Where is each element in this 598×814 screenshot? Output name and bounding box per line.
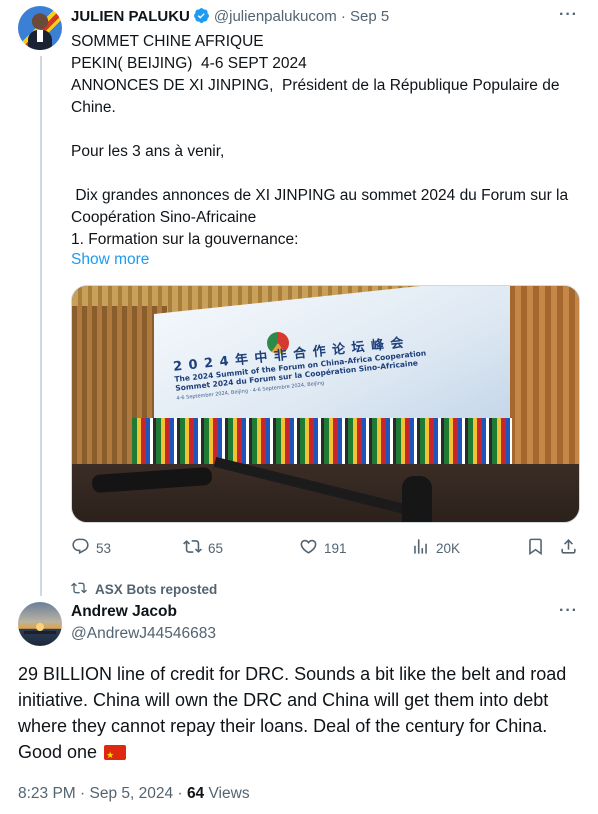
- photo-flags-row: [132, 418, 512, 468]
- more-icon[interactable]: ···: [559, 602, 578, 620]
- photo-cameraman: [402, 476, 432, 522]
- separator-dot: ·: [80, 785, 86, 802]
- repost-count: 65: [208, 540, 224, 556]
- repost-icon: [71, 580, 87, 599]
- repost-banner-text: ASX Bots reposted: [95, 582, 218, 597]
- tweet1-header: JULIEN PALUKU @julienpalukucom · Sep 5: [71, 7, 389, 30]
- tweet2-author-name[interactable]: Andrew Jacob: [71, 603, 177, 621]
- tweet1-action-bar: 53 65 191 20K: [71, 537, 581, 561]
- tweet1-author-name[interactable]: JULIEN PALUKU: [71, 8, 190, 25]
- thread-connector-line: [40, 56, 42, 596]
- tweet2-views-label: Views: [208, 785, 250, 802]
- tweet1-photo[interactable]: 2 0 2 4 年 中 非 合 作 论 坛 峰 会 The 2024 Summi…: [71, 285, 580, 523]
- tweet1-line: 1. Formation sur la gouvernance:: [71, 231, 299, 248]
- tweet2-date[interactable]: Sep 5, 2024: [90, 785, 174, 802]
- reply-button[interactable]: 53: [71, 537, 111, 559]
- avatar-pier: [24, 631, 56, 634]
- repost-button[interactable]: 65: [183, 537, 223, 559]
- avatar-shirt: [37, 30, 43, 42]
- repost-icon: [183, 537, 202, 559]
- tweet2-handle[interactable]: @AndrewJ44546683: [71, 625, 216, 643]
- tweet1-line: SOMMET CHINE AFRIQUE: [71, 33, 264, 50]
- views-icon: [411, 537, 430, 559]
- avatar-julien-paluku[interactable]: [18, 6, 62, 50]
- tweet2-time[interactable]: 8:23 PM: [18, 785, 76, 802]
- tweet1-line: Dix grandes annonces de XI JINPING au so…: [71, 187, 573, 226]
- share-button[interactable]: [559, 537, 578, 559]
- avatar-sun: [36, 623, 44, 631]
- like-button[interactable]: 191: [299, 537, 347, 559]
- verified-icon: [193, 7, 210, 30]
- tweet1-line: Pour les 3 ans à venir,: [71, 143, 225, 160]
- avatar-andrew-jacob[interactable]: [18, 602, 62, 646]
- reply-icon: [71, 537, 90, 559]
- tweet1-line: ANNONCES DE XI JINPING, Président de la …: [71, 77, 564, 116]
- tweet1-line: PEKIN( BEIJING) 4-6 SEPT 2024: [71, 55, 307, 72]
- more-icon[interactable]: ···: [559, 6, 578, 24]
- tweet1-handle[interactable]: @julienpalukucom: [214, 8, 337, 25]
- reply-count: 53: [96, 540, 112, 556]
- like-count: 191: [324, 540, 347, 556]
- tweet1-date[interactable]: Sep 5: [350, 8, 389, 25]
- share-icon: [559, 537, 578, 559]
- repost-banner[interactable]: ASX Bots reposted: [71, 580, 217, 599]
- china-flag-emoji: [104, 742, 127, 768]
- bookmark-icon: [526, 537, 545, 559]
- separator-dot: ·: [177, 785, 183, 802]
- like-icon: [299, 537, 318, 559]
- bookmark-button[interactable]: [526, 537, 545, 559]
- tweet2-body: 29 BILLION line of credit for DRC. Sound…: [18, 661, 584, 768]
- tweet2-views-count: 64: [186, 785, 205, 802]
- views-count: 20K: [436, 540, 461, 556]
- tweet2-footer: 8:23 PM · Sep 5, 2024 · 64 Views: [18, 785, 250, 803]
- views-button[interactable]: 20K: [411, 537, 460, 559]
- separator-dot: ·: [340, 8, 346, 25]
- show-more-link[interactable]: Show more: [71, 251, 149, 269]
- tweet2-text: 29 BILLION line of credit for DRC. Sound…: [18, 664, 567, 762]
- tweet1-body: SOMMET CHINE AFRIQUE PEKIN( BEIJING) 4-6…: [71, 31, 581, 251]
